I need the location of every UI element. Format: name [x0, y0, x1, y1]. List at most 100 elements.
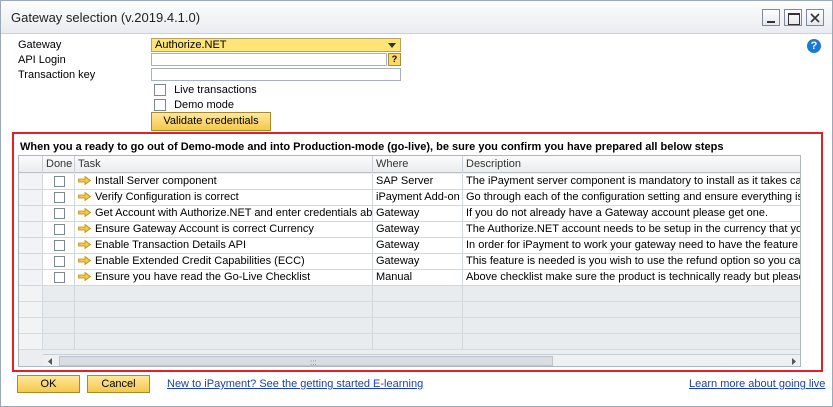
column-header-done[interactable]: Done [43, 156, 75, 173]
empty-cell [75, 334, 373, 350]
done-cell [43, 254, 75, 270]
row-header [19, 190, 43, 206]
empty-cell [19, 286, 43, 302]
link-arrow-icon [78, 223, 91, 233]
column-header-description[interactable]: Description [463, 156, 800, 173]
empty-cell [43, 286, 75, 302]
done-cell [43, 238, 75, 254]
minimize-button[interactable] [762, 9, 780, 26]
task-label: Ensure Gateway Account is correct Curren… [95, 223, 314, 235]
live-transactions-label: Live transactions [174, 84, 257, 97]
where-cell: Gateway [373, 238, 463, 254]
table-row[interactable]: Ensure you have read the Go-Live Checkli… [19, 270, 800, 286]
title-bar[interactable]: Gateway selection (v.2019.4.1.0) [1, 1, 832, 34]
empty-row [19, 286, 800, 302]
done-cell [43, 206, 75, 222]
gateway-selection-window: Gateway selection (v.2019.4.1.0) ? Gatew… [0, 0, 833, 407]
column-header-task[interactable]: Task [75, 156, 373, 173]
grid-header: Done Task Where Description [19, 156, 800, 173]
done-checkbox[interactable] [54, 240, 65, 251]
close-button[interactable] [806, 9, 824, 26]
empty-row [19, 302, 800, 318]
scrollbar-thumb[interactable]: ::: [59, 356, 553, 366]
done-checkbox[interactable] [54, 176, 65, 187]
demo-mode-checkbox[interactable] [154, 99, 166, 112]
empty-cell [373, 286, 463, 302]
done-checkbox[interactable] [54, 256, 65, 267]
task-label: Ensure you have read the Go-Live Checkli… [95, 271, 311, 283]
task-cell: Get Account with Authorize.NET and enter… [75, 206, 373, 222]
empty-cell [373, 318, 463, 334]
empty-cell [43, 334, 75, 350]
done-cell [43, 222, 75, 238]
gateway-selected-value: Authorize.NET [155, 39, 227, 51]
description-cell: The iPayment server component is mandato… [463, 174, 800, 190]
done-checkbox[interactable] [54, 208, 65, 219]
help-icon[interactable]: ? [807, 39, 821, 53]
done-checkbox[interactable] [54, 272, 65, 283]
description-cell: Go through each of the configuration set… [463, 190, 800, 206]
done-checkbox[interactable] [54, 224, 65, 235]
validate-credentials-button[interactable]: Validate credentials [151, 112, 271, 131]
transaction-key-label: Transaction key [18, 69, 96, 81]
task-label: Verify Configuration is correct [95, 191, 239, 203]
empty-cell [75, 286, 373, 302]
learn-more-go-live-link[interactable]: Learn more about going live [689, 378, 825, 390]
row-header [19, 206, 43, 222]
column-header-where[interactable]: Where [373, 156, 463, 173]
table-row[interactable]: Ensure Gateway Account is correct Curren… [19, 222, 800, 238]
cancel-button[interactable]: Cancel [87, 375, 150, 393]
elearning-link[interactable]: New to iPayment? See the getting started… [167, 378, 423, 390]
row-header [19, 254, 43, 270]
where-cell: SAP Server [373, 174, 463, 190]
where-cell: Manual [373, 270, 463, 286]
done-checkbox[interactable] [54, 192, 65, 203]
live-transactions-checkbox[interactable] [154, 84, 166, 97]
description-cell: This feature is needed is you wish to us… [463, 254, 800, 270]
empty-row [19, 318, 800, 334]
row-header [19, 238, 43, 254]
done-cell [43, 270, 75, 286]
go-live-checklist-panel: When you a ready to go out of Demo-mode … [12, 132, 823, 372]
window-title: Gateway selection (v.2019.4.1.0) [11, 10, 201, 25]
table-row[interactable]: Verify Configuration is correct iPayment … [19, 190, 800, 206]
task-cell: Ensure Gateway Account is correct Curren… [75, 222, 373, 238]
table-row[interactable]: Install Server component SAP Server The iP… [19, 174, 800, 190]
row-header [19, 174, 43, 190]
lookup-button[interactable]: ? [388, 53, 401, 66]
table-row[interactable]: Get Account with Authorize.NET and enter… [19, 206, 800, 222]
empty-cell [463, 334, 800, 350]
checklist-heading: When you a ready to go out of Demo-mode … [20, 141, 724, 153]
empty-cell [75, 318, 373, 334]
where-cell: Gateway [373, 222, 463, 238]
api-login-label: API Login [18, 54, 66, 66]
done-cell [43, 190, 75, 206]
task-cell: Ensure you have read the Go-Live Checkli… [75, 270, 373, 286]
link-arrow-icon [78, 207, 91, 217]
description-cell: The Authorize.NET account needs to be se… [463, 222, 800, 238]
ok-button[interactable]: OK [17, 375, 80, 393]
table-row[interactable]: Enable Transaction Details API Gateway In … [19, 238, 800, 254]
empty-cell [19, 334, 43, 350]
task-cell: Verify Configuration is correct [75, 190, 373, 206]
task-label: Install Server component [95, 175, 217, 187]
demo-mode-label: Demo mode [174, 99, 234, 112]
row-header-corner [19, 156, 43, 173]
task-cell: Enable Extended Credit Capabilities (ECC… [75, 254, 373, 270]
row-header [19, 270, 43, 286]
table-row[interactable]: Enable Extended Credit Capabilities (ECC… [19, 254, 800, 270]
description-cell: In order for iPayment to work your gatew… [463, 238, 800, 254]
maximize-button[interactable] [784, 9, 802, 26]
task-label: Enable Transaction Details API [95, 239, 247, 251]
transaction-key-input[interactable] [151, 68, 401, 81]
gateway-dropdown[interactable]: Authorize.NET [151, 38, 401, 52]
where-cell: Gateway [373, 254, 463, 270]
where-cell: Gateway [373, 206, 463, 222]
demo-mode-row: Demo mode [154, 99, 234, 112]
empty-row [19, 334, 800, 350]
chevron-down-icon [388, 43, 396, 48]
scroll-right-icon [792, 358, 796, 365]
horizontal-scrollbar[interactable]: ::: [43, 354, 800, 366]
description-cell: Above checklist make sure the product is… [463, 270, 800, 286]
api-login-input[interactable] [151, 53, 387, 66]
